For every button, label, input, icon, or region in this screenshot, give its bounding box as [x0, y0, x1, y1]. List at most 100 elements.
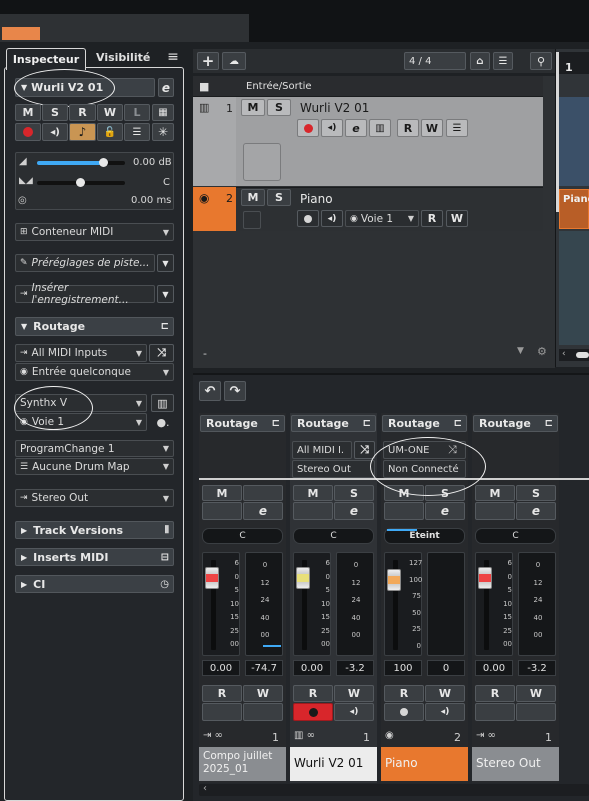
midi-input-select[interactable]: ⇥ All MIDI Inputs ▼ [15, 344, 147, 362]
solo-button[interactable]: S [42, 104, 68, 121]
compo-solo-button[interactable] [243, 485, 283, 501]
track-1-edit-button[interactable]: e [345, 119, 367, 137]
drum-map-select[interactable]: ☰ Aucune Drum Map ▼ [15, 458, 174, 475]
track-1-read-button[interactable]: R [397, 119, 419, 137]
mixer-scrollbar[interactable]: ‹ [199, 783, 589, 796]
undo-button[interactable]: ↶ [199, 381, 221, 401]
track-2-write-button[interactable]: W [446, 210, 468, 227]
write-button[interactable]: W [97, 104, 123, 121]
edit-instrument-button[interactable]: e [158, 78, 174, 97]
ci-section[interactable]: ▶ CI ◷ [15, 575, 174, 593]
piano-edit-button[interactable]: e [425, 502, 465, 520]
wurli-pan-control[interactable]: C [293, 528, 374, 544]
list-view-button[interactable]: ☰ [493, 52, 513, 70]
track-1-mute-button[interactable]: M [241, 99, 265, 116]
compo-edit-button[interactable]: e [243, 502, 283, 520]
track-versions-section[interactable]: ▶ Track Versions ⫴ [15, 521, 174, 539]
wurli-routing-output[interactable]: Stereo Out [292, 460, 375, 478]
horizontal-scrollbar[interactable]: ‹ [559, 349, 589, 361]
add-track-menu-button[interactable]: ☁ [222, 52, 246, 70]
input-transformer-button[interactable]: ⤨ [149, 344, 174, 362]
compo-write-button[interactable]: W [243, 685, 283, 702]
compo-channel-name[interactable]: Compo juillet 2025_01 [199, 747, 286, 781]
stereo-edit-button[interactable]: e [516, 502, 556, 520]
stereo-slot-a[interactable] [475, 703, 515, 721]
wurli-slot-button[interactable] [293, 502, 333, 520]
wurli-fader-handle[interactable] [296, 567, 310, 589]
compo-slot-button[interactable] [202, 502, 242, 520]
compo-volume-value[interactable]: 0.00 [202, 660, 240, 676]
channel-input-select[interactable]: ◉ Entrée quelconque ▼ [15, 363, 174, 381]
lock-l-button[interactable]: L [124, 104, 150, 121]
inserts-midi-section[interactable]: ▶ Inserts MIDI ⊟ [15, 548, 174, 566]
wurli-peak-value[interactable]: -3.2 [336, 660, 374, 676]
track-1-instrument-thumbnail[interactable] [243, 143, 281, 181]
compo-pan-control[interactable]: C [202, 528, 283, 544]
piano-monitor-button[interactable]: ◂) [425, 703, 465, 721]
midi-monitor-icon[interactable]: ●. [154, 414, 172, 430]
tab-inspecteur[interactable]: Inspecteur [6, 48, 86, 70]
piano-fader-handle[interactable] [387, 569, 401, 591]
stereo-peak-value[interactable]: -3.2 [518, 660, 556, 676]
compo-read-button[interactable]: R [202, 685, 242, 702]
volume-slider[interactable] [37, 158, 125, 167]
wurli-channel-name[interactable]: Wurli V2 01 [290, 747, 377, 781]
pan-value[interactable]: C [163, 177, 170, 188]
track-2-voice-select[interactable]: ◉ Voie 1 ▼ [345, 210, 419, 227]
insert-record-select[interactable]: ⇥ Insérer l'enregistrement... [15, 282, 155, 306]
lanes-button[interactable]: ☰ [124, 123, 150, 141]
compo-slot-b[interactable] [243, 703, 283, 721]
stereo-channel-name[interactable]: Stereo Out [472, 747, 559, 781]
piano-read-button[interactable]: R [384, 685, 424, 702]
track-presets-select[interactable]: ✎ Préréglages de piste... [15, 254, 155, 272]
program-change-select[interactable]: ProgramChange 1 ▼ [15, 440, 174, 457]
redo-button[interactable]: ↷ [224, 381, 246, 401]
track-1-name[interactable]: Wurli V2 01 [300, 101, 369, 115]
stereo-fader-handle[interactable] [478, 567, 492, 589]
grid-button[interactable]: ▦ [152, 104, 174, 121]
compo-routage-header[interactable]: Routage ⊏ [200, 415, 285, 432]
tab-visibilite[interactable]: Visibilité [96, 51, 156, 67]
freeze-button[interactable]: ✳ [152, 123, 174, 141]
stereo-slot-b[interactable] [516, 703, 556, 721]
piano-clip[interactable]: Piano [559, 189, 589, 229]
scroll-left-icon[interactable]: ‹ [203, 783, 207, 794]
search-button[interactable]: ⚲ [530, 52, 552, 70]
track-1-keys-button[interactable]: ▥ [369, 119, 391, 137]
instrument-editor-button[interactable]: ▥ [151, 394, 174, 412]
read-button[interactable]: R [69, 104, 96, 121]
mute-button[interactable]: M [15, 104, 41, 121]
record-enable-button[interactable] [15, 123, 41, 141]
wurli-mute-button[interactable]: M [293, 485, 333, 501]
piano-record-button[interactable] [384, 703, 424, 721]
stereo-pan-control[interactable]: C [475, 528, 556, 544]
track-1-record-button[interactable] [297, 119, 319, 137]
wurli-read-button[interactable]: R [293, 685, 333, 702]
wurli-edit-button[interactable]: e [334, 502, 374, 520]
scroll-left-icon[interactable]: ‹ [562, 349, 566, 359]
scrollbar-thumb[interactable] [576, 352, 589, 358]
stereo-slot-button[interactable] [475, 502, 515, 520]
routage-section-header[interactable]: ▼ Routage ⊏ [15, 317, 174, 336]
lock-button[interactable]: 🔓 [97, 123, 123, 141]
track-2-mute-button[interactable]: M [241, 189, 265, 206]
piano-routage-header[interactable]: Routage ⊏ [382, 415, 467, 432]
visibility-home-button[interactable]: ⌂ [470, 52, 490, 70]
track-presets-dropdown[interactable]: ▼ [157, 254, 174, 272]
monitor-button[interactable]: ◂) [42, 123, 68, 141]
stereo-read-button[interactable]: R [475, 685, 515, 702]
stereo-solo-button[interactable]: S [516, 485, 556, 501]
stereo-volume-value[interactable]: 0.00 [475, 660, 513, 676]
piano-channel-name[interactable]: Piano [381, 747, 468, 781]
compo-slot-a[interactable] [202, 703, 242, 721]
inspector-menu-icon[interactable]: ≡ [166, 49, 180, 65]
insert-record-dropdown[interactable]: ▼ [157, 285, 174, 303]
piano-peak-value[interactable]: 0 [427, 660, 465, 676]
track-2-read-button[interactable]: R [421, 210, 443, 227]
compo-mute-button[interactable]: M [202, 485, 242, 501]
stereo-write-button[interactable]: W [516, 685, 556, 702]
wurli-input-transformer-button[interactable]: ⤨ [354, 441, 375, 459]
stereo-routage-header[interactable]: Routage ⊏ [473, 415, 558, 432]
track-2-solo-button[interactable]: S [267, 189, 291, 206]
track-2-monitor-button[interactable]: ◂) [321, 210, 343, 227]
